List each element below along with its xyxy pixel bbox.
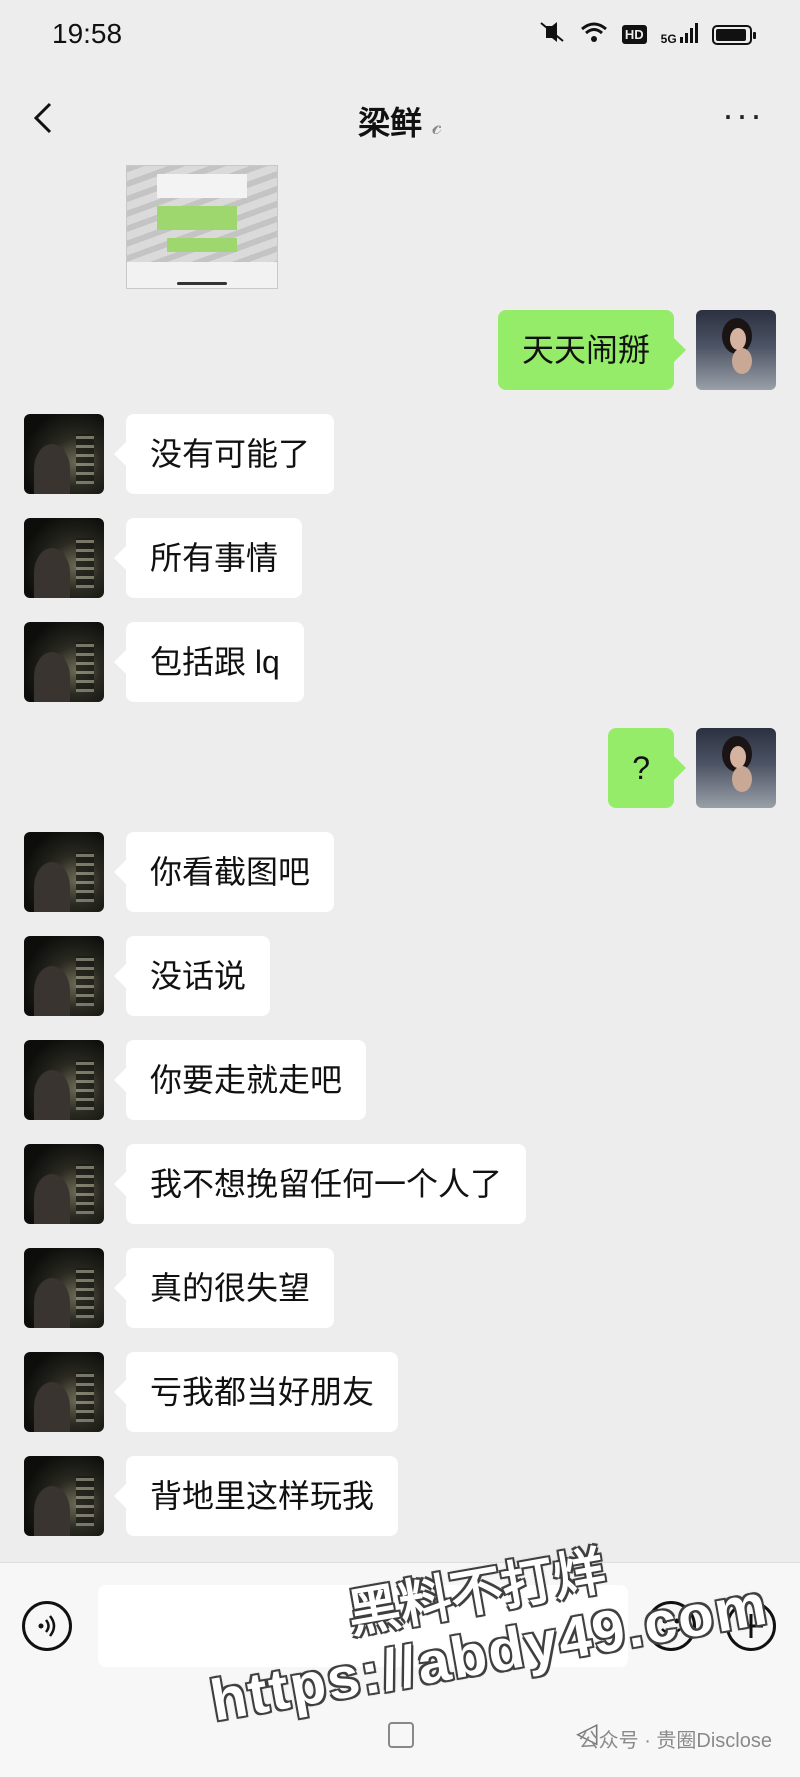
signal-label: 5G: [660, 32, 677, 46]
status-bar: 19:58 HD 5G: [0, 0, 800, 72]
message-bubble[interactable]: 天天闹掰: [497, 310, 687, 390]
home-nav-button[interactable]: [388, 1722, 414, 1748]
plus-icon: [739, 1614, 763, 1638]
contact-avatar[interactable]: [24, 832, 104, 912]
message-bubble[interactable]: 包括跟 lq: [114, 622, 304, 702]
voice-icon: [38, 1615, 56, 1637]
hd-icon: HD: [621, 25, 647, 44]
chat-title: 梁鲜 𝒸: [0, 98, 800, 144]
emoji-button[interactable]: [646, 1601, 696, 1651]
contact-avatar[interactable]: [24, 1144, 104, 1224]
wifi-icon: [580, 21, 608, 48]
message-bubble[interactable]: 真的很失望: [113, 1248, 335, 1328]
contact-avatar[interactable]: [24, 1248, 104, 1328]
message-bubble[interactable]: 我不想挽留任何一个人了: [113, 1144, 527, 1224]
message-bubble[interactable]: 亏我都当好朋友: [113, 1352, 399, 1432]
status-icons: HD 5G: [538, 20, 756, 49]
shared-screenshot-image[interactable]: [126, 165, 278, 289]
chat-header: 梁鲜 𝒸 ···: [0, 72, 800, 164]
contact-avatar[interactable]: [24, 1352, 104, 1432]
message-bubble[interactable]: 背地里这样玩我: [113, 1456, 399, 1536]
watermark-source: 公众号 · 贵圈Disclose: [578, 1730, 772, 1752]
more-actions-button[interactable]: [726, 1601, 776, 1651]
message-bubble[interactable]: 所有事情: [113, 518, 303, 598]
message-bubble[interactable]: 没有可能了: [113, 414, 335, 494]
self-avatar[interactable]: [696, 310, 776, 390]
mute-icon: [538, 20, 566, 49]
signal-icon: 5G: [661, 23, 698, 46]
voice-input-button[interactable]: [22, 1601, 72, 1651]
message-bubble[interactable]: 你看截图吧: [113, 832, 335, 912]
message-input[interactable]: [98, 1585, 628, 1667]
contact-avatar[interactable]: [24, 1040, 104, 1120]
system-nav-bar: ◁ 公众号 · 贵圈Disclose: [0, 1702, 800, 1777]
ear-icon: 𝒸: [432, 113, 442, 140]
battery-icon: [712, 24, 756, 45]
contact-avatar[interactable]: [24, 622, 104, 702]
smiley-icon: [661, 1618, 681, 1635]
self-avatar[interactable]: [696, 728, 776, 808]
contact-avatar[interactable]: [24, 1456, 104, 1536]
input-bar: [0, 1562, 800, 1703]
contact-name: 梁鲜: [358, 105, 423, 141]
contact-avatar[interactable]: [24, 414, 104, 494]
contact-avatar[interactable]: [24, 936, 104, 1016]
more-options-button[interactable]: ···: [722, 94, 764, 136]
message-bubble[interactable]: 你要走就走吧: [113, 1040, 367, 1120]
contact-avatar[interactable]: [24, 518, 104, 598]
message-bubble[interactable]: 没话说: [113, 936, 271, 1016]
status-time: 19:58: [52, 18, 123, 49]
message-bubble[interactable]: ?: [608, 728, 686, 808]
